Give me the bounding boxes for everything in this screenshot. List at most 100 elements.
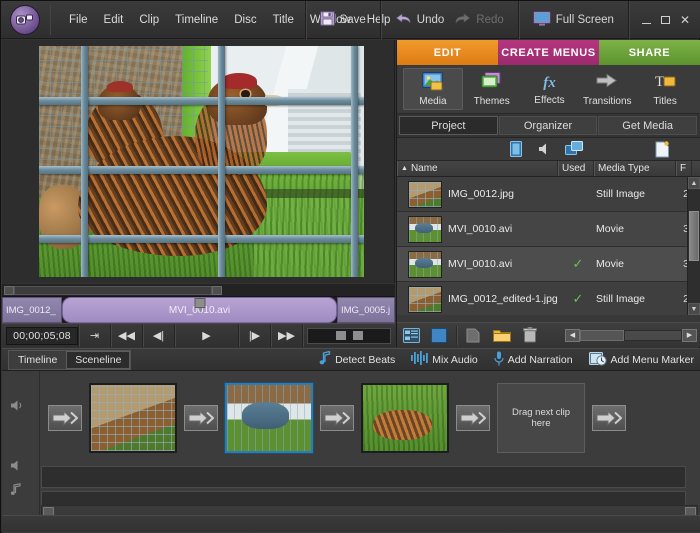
sceneline-clip-1[interactable] — [89, 383, 177, 453]
sceneline-clip-3[interactable] — [361, 383, 449, 453]
preview-screen[interactable] — [39, 46, 364, 277]
menu-title[interactable]: Title — [265, 10, 302, 30]
mode-timeline[interactable]: Timeline — [9, 351, 66, 369]
new-folder-icon[interactable] — [488, 324, 516, 347]
media-row-type: Movie — [596, 258, 678, 270]
play-button[interactable]: ▶ — [174, 325, 238, 347]
refresh-icon[interactable] — [460, 324, 488, 347]
transition-slot-4[interactable] — [592, 405, 626, 431]
undo-button[interactable]: Undo — [390, 9, 450, 31]
tool-media[interactable]: Media — [403, 68, 463, 110]
tab-project[interactable]: Project — [399, 116, 498, 135]
shuttle-slider[interactable] — [307, 328, 391, 344]
transition-slot-2[interactable] — [320, 405, 354, 431]
zoom-out-button[interactable]: ◀ — [565, 329, 580, 342]
audio-track-icon[interactable] — [10, 459, 26, 472]
save-label: Save — [340, 14, 366, 26]
column-header-f[interactable]: F — [676, 161, 692, 176]
timeline-mode-toggle: Timeline Sceneline — [8, 350, 131, 370]
audio-track-lane[interactable] — [41, 466, 686, 488]
column-header-media-type[interactable]: Media Type — [594, 161, 676, 176]
media-icon — [422, 72, 443, 94]
zoom-slider-track[interactable] — [624, 330, 682, 341]
step-forward-button[interactable]: |▶ — [238, 325, 270, 347]
monitor-scrollbar[interactable] — [2, 284, 395, 297]
clip-strip-item-next[interactable]: IMG_0005.j — [337, 297, 395, 323]
table-row[interactable]: MVI_0010.avi Movie 3 — [397, 212, 700, 247]
zoom-in-button[interactable]: ▶ — [682, 329, 697, 342]
clip-strip-item-current[interactable]: MVI_0010.avi — [62, 297, 337, 323]
save-button[interactable]: Save — [315, 8, 371, 32]
sceneline-clip-2[interactable] — [225, 383, 313, 453]
table-row[interactable]: MVI_0010.avi ✓ Movie 3 — [397, 247, 700, 282]
photo-filter-icon[interactable] — [510, 141, 522, 157]
close-button[interactable]: ✕ — [680, 14, 690, 26]
timecode-display[interactable]: 00;00;05;08 — [6, 327, 78, 345]
clip-audio-icon[interactable] — [10, 399, 26, 412]
grid-view-icon[interactable] — [425, 324, 453, 347]
menu-timeline[interactable]: Timeline — [167, 10, 226, 30]
menu-clip[interactable]: Clip — [131, 10, 167, 30]
tab-create-menus[interactable]: CREATE MENUS — [498, 40, 599, 65]
tab-organizer[interactable]: Organizer — [499, 116, 598, 135]
transition-slot-3[interactable] — [456, 405, 490, 431]
maximize-button[interactable] — [661, 16, 670, 24]
step-back-button[interactable]: ◀| — [142, 325, 174, 347]
video-filter-icon[interactable] — [565, 141, 584, 157]
tool-effects[interactable]: fx Effects — [521, 71, 579, 108]
detect-beats-button[interactable]: Detect Beats — [319, 351, 395, 368]
set-in-point-button[interactable]: ⇥ — [78, 325, 110, 347]
redo-button[interactable]: Redo — [449, 9, 509, 31]
mix-audio-button[interactable]: Mix Audio — [411, 351, 478, 368]
monitor-icon — [533, 11, 551, 29]
table-row[interactable]: IMG_0012_edited-1.jpg ✓ Still Image 2 — [397, 282, 700, 315]
column-header-used[interactable]: Used — [558, 161, 594, 176]
tool-effects-label: Effects — [534, 95, 564, 106]
minimize-button[interactable] — [642, 17, 651, 24]
drag-next-clip-dropzone[interactable]: Drag next clip here — [497, 383, 585, 453]
tool-themes[interactable]: Themes — [463, 69, 521, 109]
titles-icon: T — [655, 72, 676, 94]
photo-fence — [39, 46, 364, 277]
tool-titles[interactable]: T Titles — [636, 69, 694, 109]
application-window: File Edit Clip Timeline Disc Title Windo… — [0, 0, 700, 533]
scroll-right-handle[interactable] — [212, 286, 222, 295]
tab-get-media[interactable]: Get Media — [598, 116, 697, 135]
step-forward-fast-button[interactable]: ▶▶ — [270, 325, 302, 347]
zoom-slider-knob[interactable] — [580, 330, 624, 341]
column-header-name[interactable]: ▲ Name — [397, 161, 558, 176]
shuttle-knob-left[interactable] — [336, 331, 346, 340]
scroll-track[interactable] — [14, 286, 212, 295]
transition-slot-1[interactable] — [184, 405, 218, 431]
transition-slot-0[interactable] — [48, 405, 82, 431]
list-view-icon[interactable] — [397, 324, 425, 347]
scroll-up-button[interactable]: ▲ — [688, 177, 700, 189]
menu-file[interactable]: File — [61, 10, 96, 30]
fullscreen-button[interactable]: Full Screen — [528, 8, 619, 32]
step-back-fast-button[interactable]: ◀◀ — [110, 325, 142, 347]
clip-strip-item-prev[interactable]: IMG_0012_ — [2, 297, 62, 323]
add-narration-button[interactable]: Add Narration — [494, 351, 573, 369]
audio-filter-icon[interactable] — [538, 142, 553, 156]
add-menu-marker-button[interactable]: Add Menu Marker — [589, 351, 694, 369]
media-filter-bar — [397, 138, 700, 161]
playhead-marker[interactable] — [194, 298, 205, 308]
scroll-thumb[interactable] — [689, 211, 699, 261]
new-item-icon[interactable] — [655, 141, 670, 158]
media-zoom-slider[interactable]: ◀ ▶ — [565, 328, 697, 343]
scroll-left-handle[interactable] — [4, 286, 14, 295]
tool-transitions[interactable]: Transitions — [578, 69, 636, 109]
narration-track-icon[interactable] — [10, 483, 24, 496]
tab-edit[interactable]: EDIT — [397, 40, 498, 65]
menu-edit[interactable]: Edit — [96, 10, 132, 30]
scroll-down-button[interactable]: ▼ — [688, 303, 700, 315]
menu-disc[interactable]: Disc — [226, 10, 264, 30]
delete-trash-icon[interactable] — [516, 324, 544, 347]
media-thumbnail — [408, 216, 442, 243]
media-list-scrollbar[interactable]: ▲ ▼ — [687, 177, 700, 315]
shuttle-knob-right[interactable] — [353, 331, 363, 340]
mode-sceneline[interactable]: Sceneline — [66, 351, 130, 369]
tab-share[interactable]: SHARE — [599, 40, 700, 65]
table-row[interactable]: IMG_0012.jpg Still Image 2 — [397, 177, 700, 212]
media-thumbnail — [408, 286, 442, 313]
